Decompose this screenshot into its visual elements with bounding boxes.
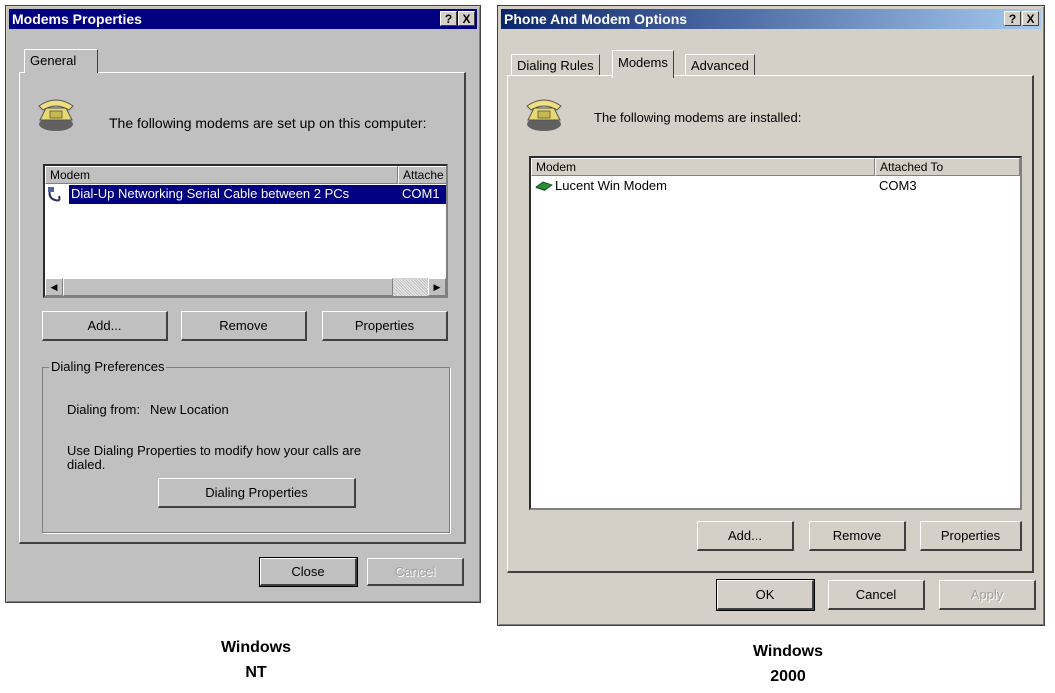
nt-dialing-properties-button[interactable]: Dialing Properties [158,478,356,508]
nt-col-modem-label: Modem [50,168,91,182]
nt-close-button[interactable]: Close [259,557,358,587]
w2k-col-attached-label: Attached To [880,160,944,174]
nt-dialing-from-value: New Location [150,402,229,417]
w2k-remove-button[interactable]: Remove [809,521,906,551]
w2k-cancel-button[interactable]: Cancel [828,580,925,610]
w2k-help-button[interactable]: ? [1004,11,1021,26]
nt-modems-properties-window: Modems Properties ? X General The follow… [5,5,481,603]
nt-caption-line2: NT [245,664,267,681]
scroll-right-icon[interactable]: ▶ [428,278,446,296]
table-row[interactable]: Lucent Win Modem COM3 [531,177,1020,195]
w2k-row-modem: Lucent Win Modem [555,178,667,193]
nt-caption: Windows NT [176,635,336,685]
w2k-add-button[interactable]: Add... [697,521,794,551]
w2k-modem-list[interactable]: Modem Attached To Lucent Win Modem COM3 [529,156,1022,510]
nt-help-button[interactable]: ? [440,11,457,26]
telephone-icon [526,99,562,131]
scroll-left-icon[interactable]: ◀ [45,278,63,296]
nt-close-icon[interactable]: X [458,11,475,26]
w2k-close-icon[interactable]: X [1022,11,1039,26]
tab-dialing-rules[interactable]: Dialing Rules [511,54,600,76]
tab-modems[interactable]: Modems [612,50,674,78]
nt-titlebar[interactable]: Modems Properties ? X [9,9,477,29]
nt-add-button[interactable]: Add... [42,311,168,341]
nt-col-attached-label: Attache [403,168,444,182]
w2k-caption: Windows 2000 [708,639,868,689]
nt-scroll-thumb[interactable] [63,278,393,296]
telephone-icon [38,99,74,131]
modem-icon [535,181,553,191]
nt-dialing-from-label: Dialing from: [67,402,140,417]
serial-cable-icon [48,187,61,202]
nt-row-modem: Dial-Up Networking Serial Cable between … [71,186,350,201]
w2k-properties-button[interactable]: Properties [920,521,1022,551]
nt-remove-button[interactable]: Remove [181,311,307,341]
w2k-col-attached-header[interactable]: Attached To [875,158,1020,176]
nt-group-label: Dialing Preferences [49,359,167,374]
nt-col-modem-header[interactable]: Modem [45,166,398,184]
w2k-col-modem-label: Modem [536,160,577,174]
table-row[interactable]: Dial-Up Networking Serial Cable between … [45,185,446,205]
w2k-phone-modem-options-window: Phone And Modem Options ? X Dialing Rule… [497,5,1045,626]
nt-cancel-button[interactable]: Cancel [367,558,464,586]
nt-col-attached-header[interactable]: Attache [398,166,446,184]
nt-modem-list[interactable]: Modem Attache Dial-Up Networking Serial … [43,164,448,298]
w2k-window-title: Phone And Modem Options [504,11,688,27]
w2k-col-modem-header[interactable]: Modem [531,158,875,176]
nt-row-attached: COM1 [402,186,440,201]
nt-window-title: Modems Properties [12,11,142,27]
nt-properties-button[interactable]: Properties [322,311,448,341]
tab-advanced[interactable]: Advanced [685,54,755,76]
nt-tab-general[interactable]: General [24,49,98,73]
nt-tab-general-label: General [30,53,77,68]
nt-horizontal-scrollbar[interactable]: ◀ ▶ [45,278,446,296]
w2k-caption-line2: 2000 [770,668,806,685]
w2k-titlebar[interactable]: Phone And Modem Options ? X [501,9,1041,29]
nt-intro-text: The following modems are set up on this … [109,115,427,131]
nt-dialing-note: Use Dialing Properties to modify how you… [67,443,362,472]
w2k-apply-button[interactable]: Apply [939,580,1036,610]
w2k-row-attached: COM3 [879,178,917,193]
w2k-intro-text: The following modems are installed: [594,110,802,125]
nt-caption-line1: Windows [220,639,292,656]
w2k-ok-button[interactable]: OK [716,579,815,611]
w2k-caption-line1: Windows [752,643,824,660]
